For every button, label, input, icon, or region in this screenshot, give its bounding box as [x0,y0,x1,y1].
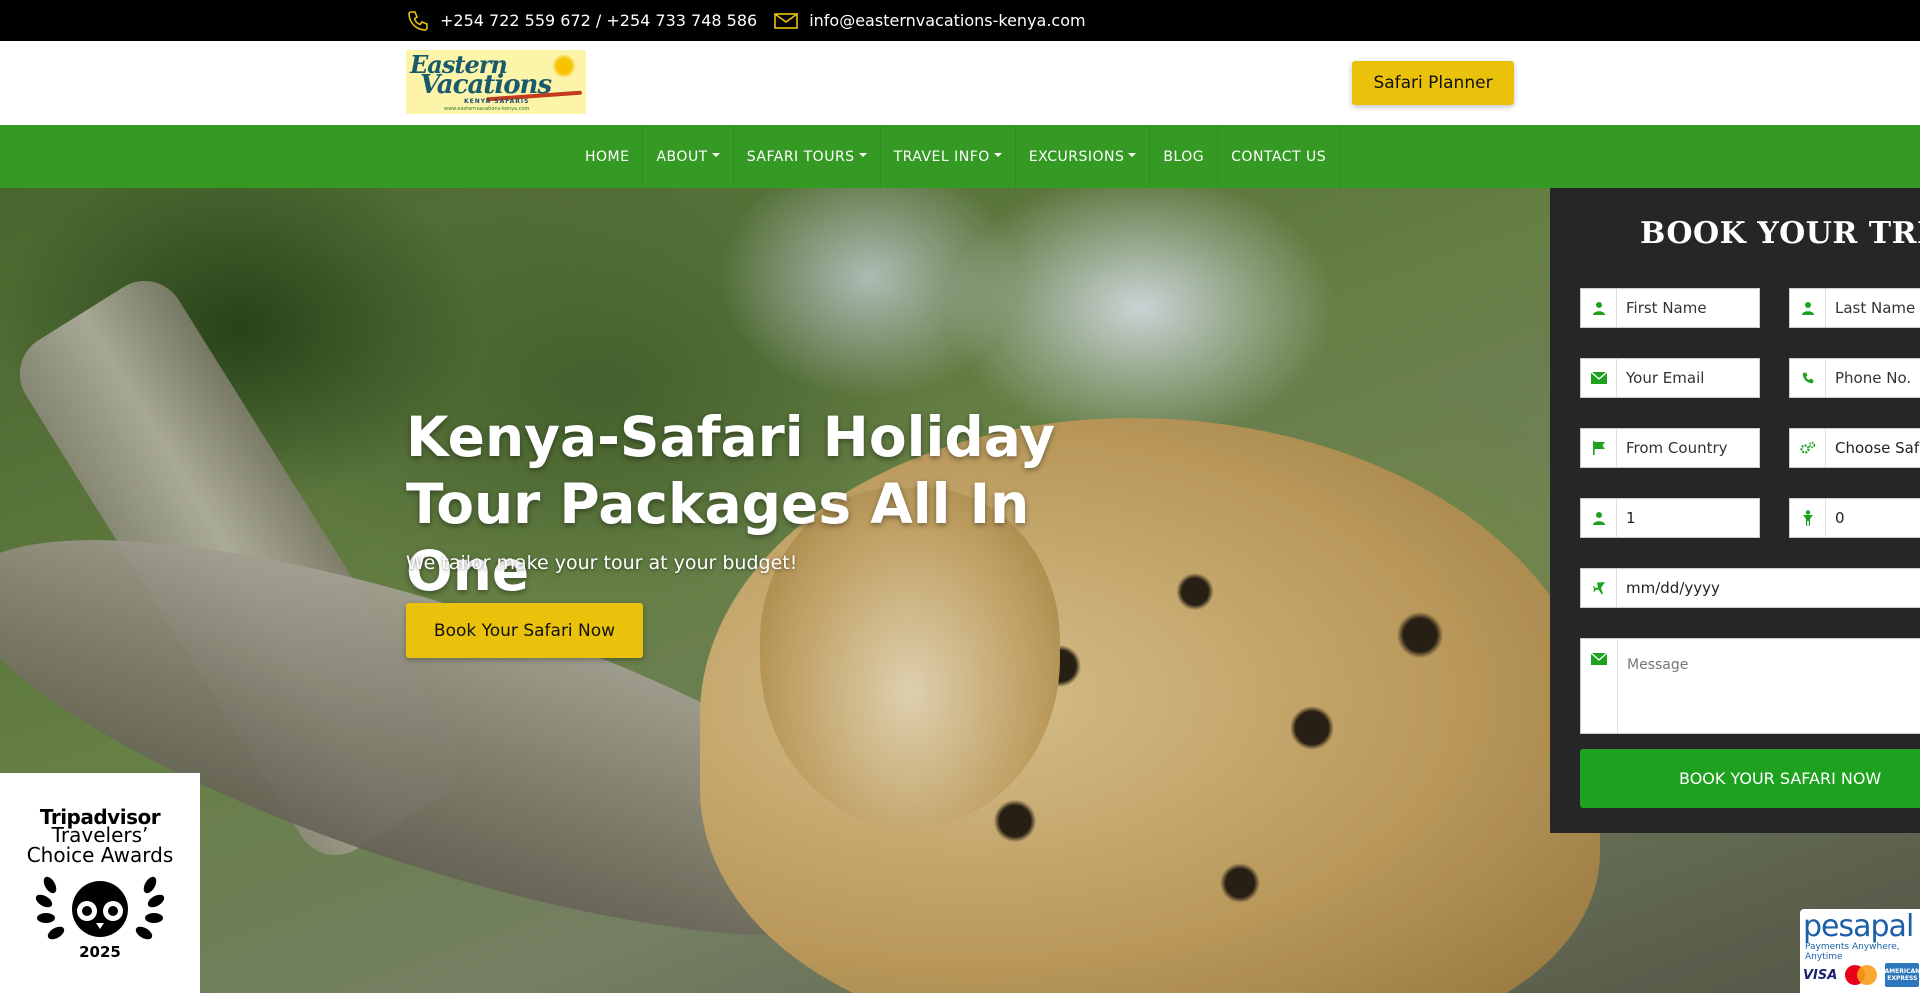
children-value[interactable]: 0 [1826,509,1845,527]
caret-down-icon [993,152,1002,157]
pesapal-tagline: Payments Anywhere, Anytime [1805,942,1900,962]
safari-planner-button[interactable]: Safari Planner [1352,61,1514,105]
nav-item-safari-tours[interactable]: SAFARI TOURS [734,125,881,188]
booking-form: BOOK YOUR TRIP First Name Last Name Your… [1550,188,1920,833]
phone-numbers[interactable]: +254 722 559 672 / +254 733 748 586 [440,11,757,30]
country-placeholder[interactable]: From Country [1617,439,1728,457]
nav-label[interactable]: HOME [585,149,629,165]
logo-url: www.easternvacations-kenya.com [444,106,530,112]
phone-handset-icon [1790,359,1826,397]
book-your-safari-submit-button[interactable]: BOOK YOUR SAFARI NOW [1580,749,1920,808]
phone-placeholder[interactable]: Phone No. [1826,369,1911,387]
nav-item-travel-info[interactable]: TRAVEL INFO [881,125,1016,188]
children-field[interactable]: 0 [1789,498,1920,538]
caret-down-icon [711,152,720,157]
mastercard-icon [1845,965,1878,985]
choose-safari-value[interactable]: Choose Safari [1826,439,1920,457]
envelope-icon [1581,359,1617,397]
payment-cards: VISA AMERICAN EXPRESS [1803,963,1920,987]
date-placeholder[interactable]: mm/dd/yyyy [1617,579,1720,597]
tripadvisor-award-badge[interactable]: Tripadvisor Travelers’ Choice Awards 202… [0,773,200,993]
book-safari-now-button[interactable]: Book Your Safari Now [406,603,643,658]
nav-item-excursions[interactable]: EXCURSIONS [1016,125,1151,188]
amex-label: AMERICAN EXPRESS [1884,968,1920,982]
top-contact-bar: +254 722 559 672 / +254 733 748 586 info… [0,0,1920,41]
caret-down-icon [1128,152,1137,157]
last-name-field[interactable]: Last Name [1789,288,1920,328]
email-address[interactable]: info@easternvacations-kenya.com [809,11,1085,30]
tripadvisor-award-name: Travelers’ Choice Awards [0,825,200,865]
adults-value[interactable]: 1 [1617,509,1636,527]
plane-icon [1581,569,1617,607]
nav-label[interactable]: CONTACT US [1231,149,1326,165]
hero-title: Kenya-Safari Holiday Tour Packages All I… [406,405,1055,603]
nav-label[interactable]: TRAVEL INFO [894,149,990,165]
choose-safari-select[interactable]: Choose Safari [1789,428,1920,468]
nav-label[interactable]: ABOUT [656,149,707,165]
site-logo[interactable]: Eastern Vacations KENYA SAFARIS www.east… [406,50,586,114]
message-placeholder[interactable]: Message [1617,639,1688,733]
visa-card-icon: VISA [1803,967,1838,983]
nav-label[interactable]: EXCURSIONS [1029,149,1125,165]
logo-tagline: KENYA SAFARIS [464,98,530,105]
tripadvisor-award-line1: Travelers’ [51,823,149,847]
phone-icon [406,9,430,33]
message-field[interactable]: Message [1580,638,1920,734]
hero-subtitle: We tailor make your tour at your budget! [406,552,798,574]
caret-down-icon [858,152,867,157]
main-navigation: HOME ABOUT SAFARI TOURS TRAVEL INFO EXCU… [0,125,1920,188]
tripadvisor-award-year: 2025 [79,943,121,961]
pesapal-payment-badge[interactable]: pesapal Payments Anywhere, Anytime VISA … [1800,909,1920,993]
country-field[interactable]: From Country [1580,428,1760,468]
tripadvisor-owl-icon [34,871,166,951]
nav-list: HOME ABOUT SAFARI TOURS TRAVEL INFO EXCU… [572,125,1341,188]
nav-item-blog[interactable]: BLOG [1150,125,1219,188]
travel-date-field[interactable]: mm/dd/yyyy [1580,568,1920,608]
email-placeholder[interactable]: Your Email [1617,369,1704,387]
pesapal-logo-text: pesapal [1803,909,1914,944]
cogs-icon [1790,429,1826,467]
first-name-field[interactable]: First Name [1580,288,1760,328]
flag-icon [1581,429,1617,467]
phone-contact[interactable]: +254 722 559 672 / +254 733 748 586 [406,9,757,33]
last-name-placeholder[interactable]: Last Name [1826,299,1915,317]
amex-card-icon: AMERICAN EXPRESS [1884,963,1920,987]
first-name-placeholder[interactable]: First Name [1617,299,1707,317]
adults-field[interactable]: 1 [1580,498,1760,538]
envelope-icon [1581,639,1617,679]
nav-label[interactable]: SAFARI TOURS [747,149,855,165]
tripadvisor-award-line2: Choice Awards [26,843,174,867]
user-icon [1581,499,1617,537]
user-icon [1790,289,1826,327]
booking-title: BOOK YOUR TRIP [1640,216,1920,251]
mail-icon [773,11,799,31]
logo-sun [552,54,576,78]
email-field[interactable]: Your Email [1580,358,1760,398]
user-icon [1581,289,1617,327]
nav-item-about[interactable]: ABOUT [643,125,734,188]
phone-field[interactable]: Phone No. [1789,358,1920,398]
email-contact[interactable]: info@easternvacations-kenya.com [773,11,1086,31]
nav-label[interactable]: BLOG [1163,149,1204,165]
child-icon [1790,499,1826,537]
nav-item-home[interactable]: HOME [572,125,644,188]
nav-item-contact[interactable]: CONTACT US [1218,125,1341,188]
site-header: Eastern Vacations KENYA SAFARIS www.east… [0,41,1920,125]
